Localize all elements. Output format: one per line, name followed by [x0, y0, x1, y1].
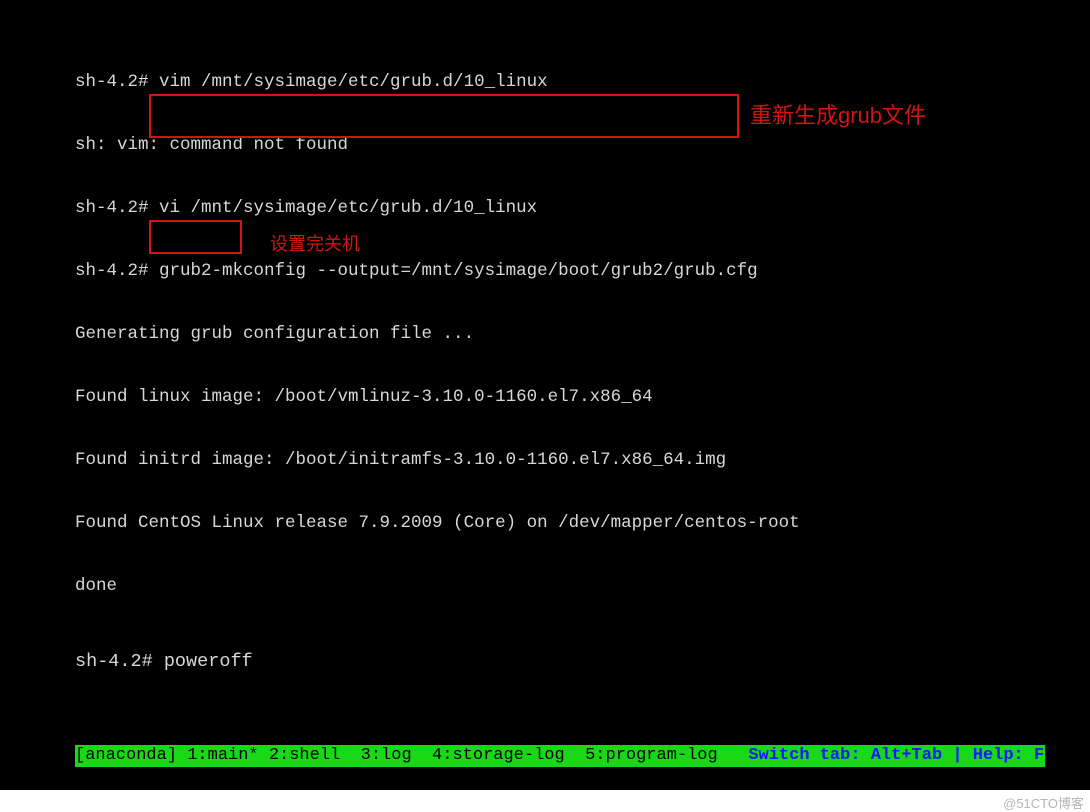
terminal-line: sh: vim: command not found — [75, 135, 800, 156]
terminal-line: Found CentOS Linux release 7.9.2009 (Cor… — [75, 513, 800, 534]
terminal-line: sh-4.2# grub2-mkconfig --output=/mnt/sys… — [75, 261, 800, 282]
terminal-output: sh-4.2# vim /mnt/sysimage/etc/grub.d/10_… — [75, 30, 800, 714]
terminal-line: done — [75, 576, 800, 597]
terminal-line: Found initrd image: /boot/initramfs-3.10… — [75, 450, 800, 471]
terminal-prompt-line[interactable]: sh-4.2# poweroff — [75, 651, 800, 672]
terminal-line: sh-4.2# vim /mnt/sysimage/etc/grub.d/10_… — [75, 72, 800, 93]
terminal-screen[interactable]: sh-4.2# vim /mnt/sysimage/etc/grub.d/10_… — [0, 0, 1090, 790]
shell-command: poweroff — [164, 651, 253, 672]
terminal-line: sh-4.2# vi /mnt/sysimage/etc/grub.d/10_l… — [75, 198, 800, 219]
tmux-help-hint: Switch tab: Alt+Tab | Help: F1 — [748, 746, 1045, 765]
watermark: @51CTO博客 — [1003, 793, 1084, 812]
annotation-grub-regen: 重新生成grub文件 — [750, 98, 926, 130]
shell-prompt: sh-4.2# — [75, 651, 164, 672]
terminal-line: Found linux image: /boot/vmlinuz-3.10.0-… — [75, 387, 800, 408]
tmux-tabs[interactable]: [anaconda] 1:main* 2:shell 3:log 4:stora… — [75, 746, 748, 765]
terminal-line: Generating grub configuration file ... — [75, 324, 800, 345]
tmux-status-bar[interactable]: [anaconda] 1:main* 2:shell 3:log 4:stora… — [75, 745, 1045, 767]
annotation-shutdown: 设置完关机 — [270, 230, 360, 256]
